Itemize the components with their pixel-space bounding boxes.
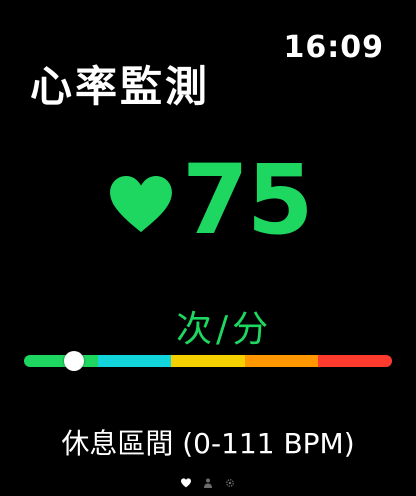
page-indicator-person-icon[interactable] xyxy=(203,478,213,488)
heart-icon xyxy=(110,176,172,233)
page-indicator[interactable] xyxy=(0,478,416,488)
page-indicator-heart-icon[interactable] xyxy=(181,478,191,488)
heart-rate-value: 75 xyxy=(182,144,314,256)
status-time: 16:09 xyxy=(283,30,384,65)
zone-segment-2 xyxy=(97,355,172,367)
heart-rate-unit: 次/分 xyxy=(176,309,273,350)
zone-label: 休息區間 (0-111 BPM) xyxy=(61,427,355,460)
page-title: 心率監測 xyxy=(30,62,211,111)
zone-segment-3 xyxy=(171,355,245,367)
zone-segment-5 xyxy=(318,355,392,367)
zone-segment-1 xyxy=(24,355,98,367)
zone-segment-4 xyxy=(244,355,319,367)
heart-rate-display: 75 xyxy=(110,144,314,256)
page-indicator-gear-icon[interactable] xyxy=(225,478,235,488)
zone-position-marker xyxy=(63,351,84,371)
